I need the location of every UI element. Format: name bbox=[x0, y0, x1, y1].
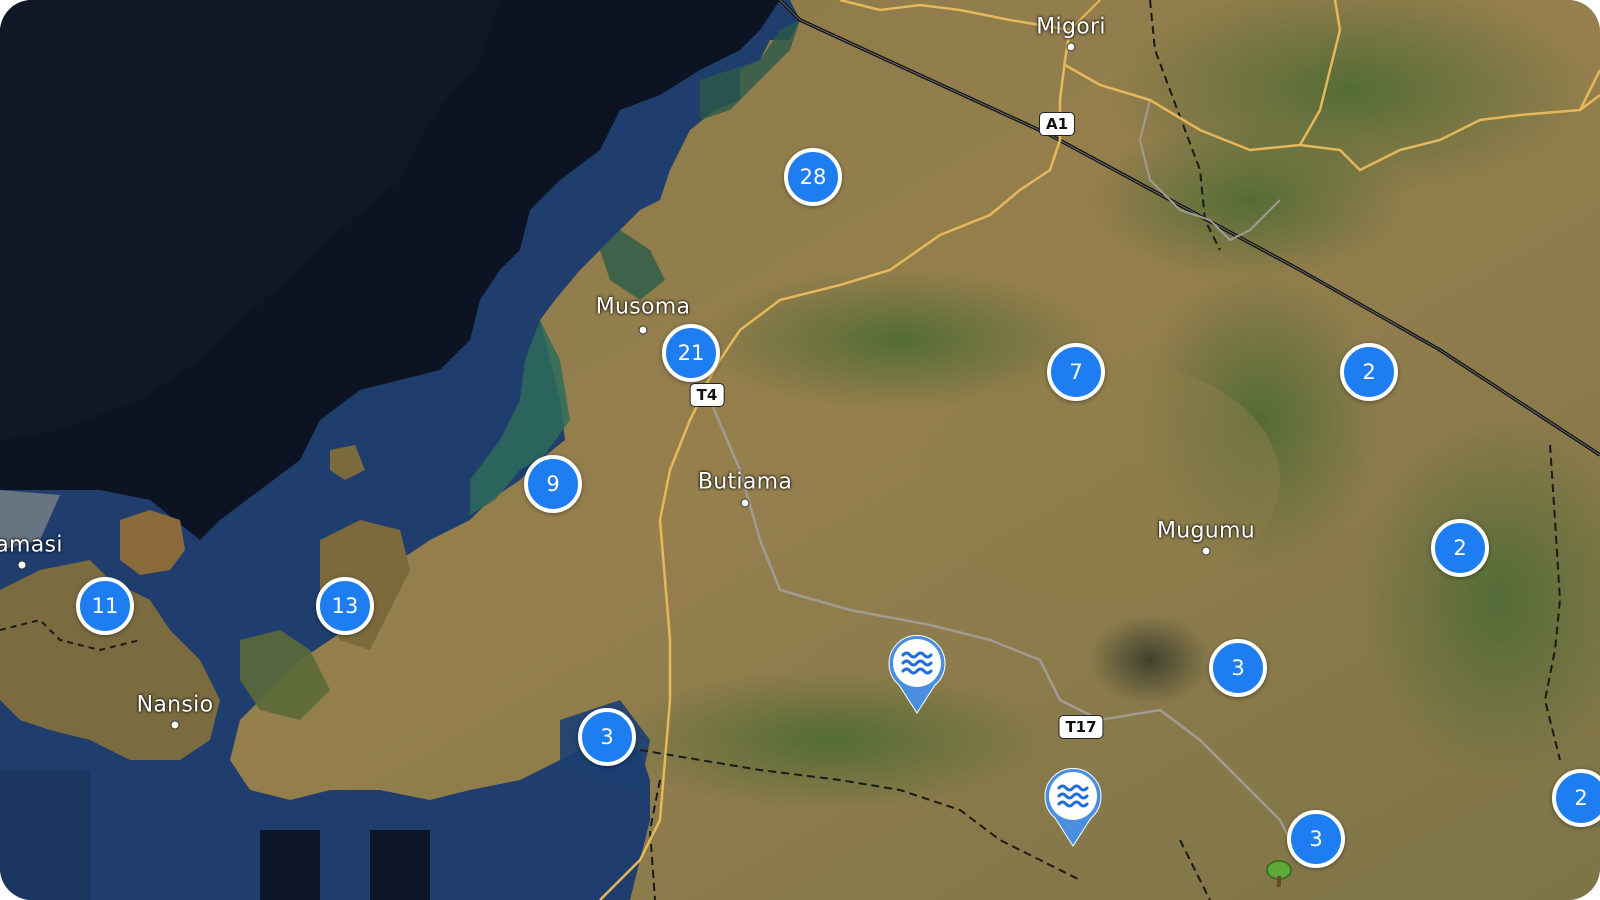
place-dot-musoma bbox=[638, 325, 648, 335]
cluster-marker[interactable]: 3 bbox=[1209, 639, 1267, 697]
cluster-marker[interactable]: 13 bbox=[316, 577, 374, 635]
place-label-musoma: Musoma bbox=[595, 294, 691, 320]
place-dot-mugumu bbox=[1201, 546, 1211, 556]
place-dot-kamasi bbox=[17, 560, 27, 570]
cluster-marker[interactable]: 7 bbox=[1047, 343, 1105, 401]
satellite-map-layer[interactable] bbox=[0, 0, 1600, 900]
cluster-marker[interactable]: 21 bbox=[662, 324, 720, 382]
road-shield-t4: T4 bbox=[689, 383, 725, 407]
place-dot-butiama bbox=[740, 498, 750, 508]
place-dot-nansio bbox=[170, 720, 180, 730]
water-waves-icon bbox=[1044, 768, 1102, 847]
water-waves-icon bbox=[888, 635, 946, 714]
cluster-marker[interactable]: 3 bbox=[1287, 810, 1345, 868]
water-marker[interactable] bbox=[1041, 764, 1105, 848]
place-label-mugumu: Mugumu bbox=[1156, 518, 1256, 544]
cluster-marker[interactable]: 28 bbox=[784, 148, 842, 206]
place-label-nansio: Nansio bbox=[136, 692, 214, 718]
place-label-kamasi: amasi bbox=[0, 532, 63, 558]
road-shield-a1: A1 bbox=[1038, 112, 1076, 136]
cluster-marker[interactable]: 9 bbox=[524, 455, 582, 513]
cluster-marker[interactable]: 2 bbox=[1340, 343, 1398, 401]
place-label-migori: Migori bbox=[1036, 14, 1106, 40]
cluster-marker[interactable]: 11 bbox=[76, 577, 134, 635]
road-shield-t17: T17 bbox=[1058, 715, 1104, 739]
place-label-butiama: Butiama bbox=[697, 469, 793, 495]
cluster-marker[interactable]: 3 bbox=[578, 708, 636, 766]
place-dot-migori bbox=[1066, 42, 1076, 52]
water-marker[interactable] bbox=[885, 631, 949, 715]
cluster-marker[interactable]: 2 bbox=[1431, 519, 1489, 577]
map-view[interactable]: Migori Musoma Butiama Mugumu Nansio amas… bbox=[0, 0, 1600, 900]
tree-icon[interactable] bbox=[1265, 859, 1293, 889]
